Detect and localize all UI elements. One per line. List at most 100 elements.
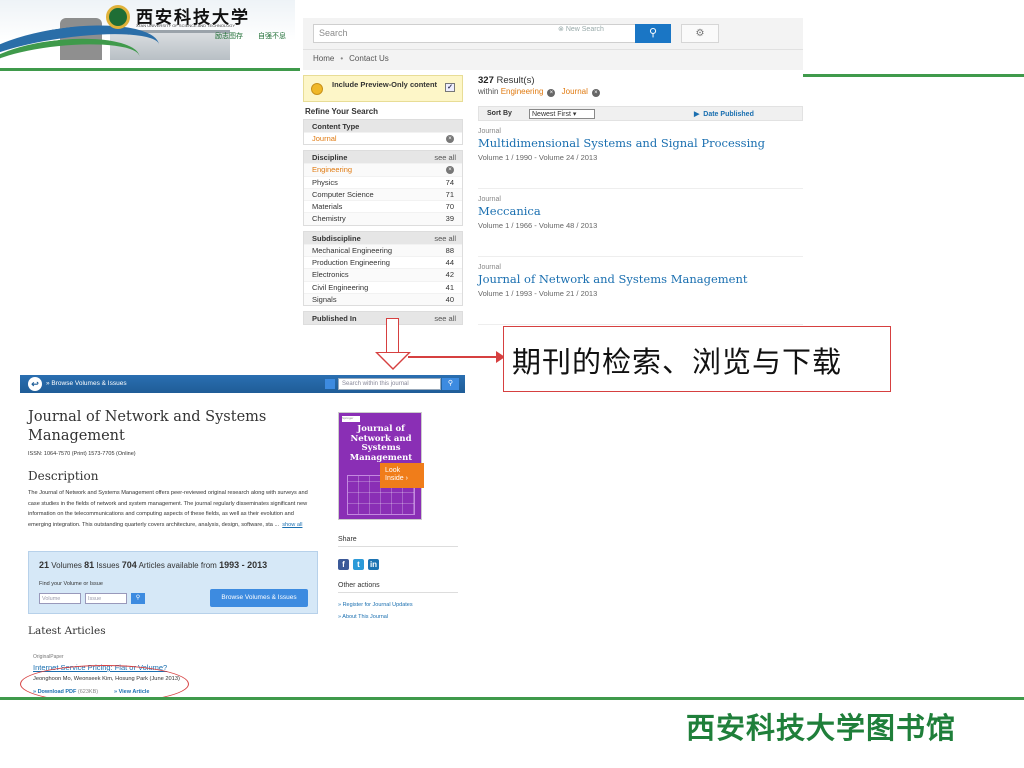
settings-button[interactable]: ⚙ [681,24,719,43]
facet-item-label: Chemistry [312,214,346,224]
linkedin-icon[interactable]: in [368,559,379,570]
look-inside-button[interactable]: Look Inside › [380,463,424,488]
facet-item[interactable]: Civil Engineering 41 [304,280,462,293]
home-link[interactable]: Home [313,54,334,63]
facet-item-engineering[interactable]: Engineering × [304,163,462,176]
result-kind: Journal [478,196,501,203]
magnifier-icon: ⚲ [648,27,658,39]
remove-filter-icon[interactable]: × [591,89,600,97]
see-all-link[interactable]: see all [434,314,456,323]
preview-checkbox[interactable]: ✓ [445,83,455,92]
journal-description: The Journal of Network and Systems Manag… [28,488,318,530]
sort-select[interactable]: Newest First ▾ [529,109,595,119]
university-seal-icon [106,5,130,29]
preview-icon [311,83,323,95]
result-title-link[interactable]: Multidimensional Systems and Signal Proc… [478,136,803,150]
date-published-label: Date Published [703,111,754,118]
filter-tag: Journal [561,87,588,96]
journal-page-screenshot: ↩ » Browse Volumes & Issues Search withi… [20,375,465,700]
result-item: Journal Multidimensional Systems and Sig… [478,121,803,189]
description-heading: Description [28,469,99,483]
articles-label: Articles available from [138,561,217,570]
result-volumes: Volume 1 / 1966 - Volume 48 / 2013 [478,221,598,230]
facet-item[interactable]: Computer Science 71 [304,187,462,201]
date-published-toggle[interactable]: ▶ Date Published [694,110,754,118]
facet-item-label: Civil Engineering [312,282,369,292]
down-arrow-head-inner [378,353,408,368]
journal-search-button[interactable]: ⚲ [442,378,459,390]
search-button[interactable]: ⚲ [635,24,671,43]
facet-item[interactable]: Materials 70 [304,200,462,212]
back-icon[interactable]: ↩ [28,377,42,391]
journal-search-input[interactable]: Search within this journal [338,378,441,390]
library-name: 西安科技大学图书馆 [686,711,957,745]
article-kind: OriginalPaper [33,654,64,660]
facet-discipline: Discipline see all Engineering × Physics 74… [303,150,463,226]
university-name-en: XI'AN UNIVERSITY OF SCIENCE AND TECHNOLO… [136,23,236,28]
result-title-link[interactable]: Journal of Network and Systems Managemen… [478,272,803,286]
remove-filter-icon[interactable]: × [446,166,454,175]
twitter-icon[interactable]: t [353,559,364,570]
facet-item[interactable]: Signals 40 [304,292,462,306]
facet-header: Subdiscipline [312,233,361,243]
cover-title: Journal of Network and Systems Managemen… [349,424,413,463]
result-volumes: Volume 1 / 1990 - Volume 24 / 2013 [478,153,598,162]
gear-icon: ⚙ [695,28,705,39]
register-updates-link[interactable]: » Register for Journal Updates [338,602,413,608]
browse-volumes-button[interactable]: Browse Volumes & Issues [210,589,308,607]
result-item: Journal Journal of Network and Systems M… [478,257,803,325]
result-title-link[interactable]: Meccanica [478,204,803,218]
facet-item-label: Computer Science [312,189,374,199]
facet-item-label: Engineering [312,165,353,175]
facet-subdiscipline: Subdiscipline see all Mechanical Engineer… [303,230,463,307]
facet-item-label: Physics [312,177,338,187]
facet-item-label: Production Engineering [312,258,390,268]
facet-item[interactable]: Production Engineering 44 [304,256,462,268]
result-item: Journal Meccanica Volume 1 / 1966 - Volu… [478,189,803,257]
filter-tag: Engineering [500,87,544,96]
facet-item[interactable]: Physics 74 [304,175,462,188]
description-text: The Journal of Network and Systems Manag… [28,490,308,528]
volumes-label: Volumes [51,561,82,570]
facet-item[interactable]: Chemistry 39 [304,212,462,225]
motto-2: 自强不息 [258,33,286,40]
breadcrumb: Home • Contact Us [303,50,803,70]
show-all-link[interactable]: show all [282,522,302,528]
sort-by-label: Sort By [487,110,512,117]
refine-sidebar: Include Preview-Only content ✓ Refine Yo… [303,75,463,325]
result-count-number: 327 [478,75,494,86]
remove-filter-icon[interactable]: × [547,89,556,97]
new-search-label: New Search [565,26,604,33]
contact-us-link[interactable]: Contact Us [349,54,389,63]
see-all-link[interactable]: see all [434,153,456,162]
facet-item[interactable]: Electronics 42 [304,268,462,281]
facet-item-count: 71 [445,189,454,199]
share-divider [338,546,458,547]
other-actions-heading: Other actions [338,582,380,589]
remove-filter-icon[interactable]: × [446,135,454,143]
about-journal-link[interactable]: » About This Journal [338,614,388,620]
year-separator: - [239,560,248,570]
footer-divider [0,697,1024,700]
facet-item-count: 88 [445,245,454,255]
browse-volumes-link[interactable]: » Browse Volumes & Issues [46,380,127,387]
facet-item-journal[interactable]: Journal × [304,132,462,144]
year-from: 1993 [219,560,240,570]
facebook-icon[interactable]: f [338,559,349,570]
find-volume-button[interactable]: ⚲ [131,593,145,604]
see-all-link[interactable]: see all [434,234,456,243]
journal-toolbar: ↩ » Browse Volumes & Issues Search withi… [20,375,465,393]
down-arrow-icon [386,318,399,353]
new-search-link[interactable]: ⊗ New Search [558,25,604,33]
preview-only-toggle[interactable]: Include Preview-Only content ✓ [303,75,463,102]
issue-input[interactable]: Issue [85,593,127,604]
facet-item[interactable]: Mechanical Engineering 88 [304,243,462,257]
magnifier-icon: ⚲ [447,380,454,387]
facet-item-count: 40 [445,294,454,304]
journal-title: Journal of Network and Systems Managemen… [28,409,267,444]
publisher-logo: Springer [342,416,360,422]
year-to: 2013 [247,560,268,570]
results-panel: 327 Result(s) within Engineering × Journa… [478,75,803,325]
volume-input[interactable]: Volume [39,593,81,604]
facet-item-count: 44 [445,258,454,268]
